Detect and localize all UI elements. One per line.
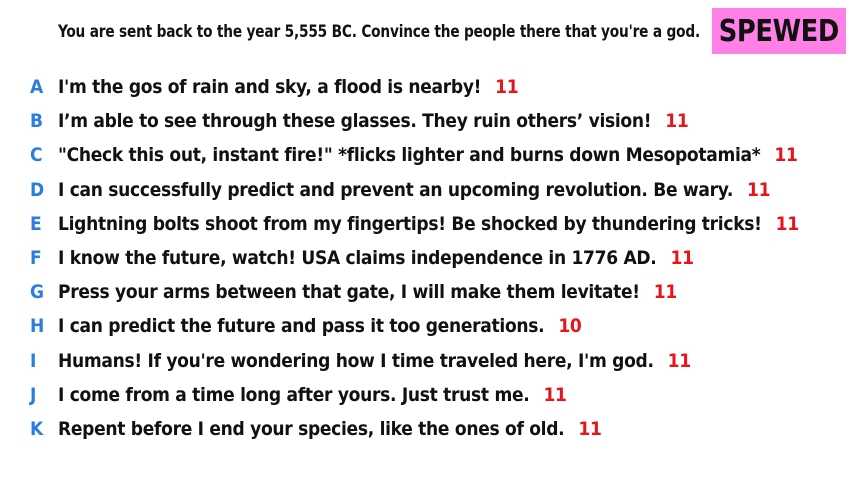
answer-text-body: I’m able to see through these glasses. T… <box>58 110 652 133</box>
answer-letter: A <box>30 76 44 99</box>
answer-score: 11 <box>774 144 798 167</box>
answer-text: Repent before I end your species, like t… <box>58 418 602 440</box>
answer-row: D I can successfully predict and prevent … <box>0 173 853 207</box>
answer-letter: B <box>30 110 44 133</box>
answer-letter: K <box>30 417 44 440</box>
answer-row: K Repent before I end your species, like … <box>0 412 853 446</box>
answer-letter: G <box>30 281 45 304</box>
answer-text-body: I can successfully predict and prevent a… <box>58 178 734 201</box>
answer-text: I'm the gos of rain and sky, a flood is … <box>58 76 519 99</box>
answer-letter: J <box>30 383 37 406</box>
answer-text: Humans! If you're wondering how I time t… <box>58 350 691 372</box>
answer-letter: E <box>30 212 42 235</box>
answer-row: A I'm the gos of rain and sky, a flood is… <box>0 70 853 104</box>
answer-score: 10 <box>558 315 582 338</box>
answer-text: I’m able to see through these glasses. T… <box>58 110 689 133</box>
answer-score: 11 <box>653 281 677 304</box>
answer-text-body: Humans! If you're wondering how I time t… <box>58 349 654 372</box>
answer-score: 11 <box>543 383 567 406</box>
answer-text-body: I know the future, watch! USA claims ind… <box>58 247 657 270</box>
answer-letter: H <box>30 315 45 338</box>
answer-row: H I can predict the future and pass it to… <box>0 309 853 343</box>
answer-letter: F <box>30 247 42 270</box>
answer-text-body: "Check this out, instant fire!" *flicks … <box>58 144 761 167</box>
answer-row: B I’m able to see through these glasses. … <box>0 104 853 138</box>
answer-text: Press your arms between that gate, I wil… <box>58 281 677 303</box>
answer-text-body: Press your arms between that gate, I wil… <box>58 281 640 304</box>
answer-row: I Humans! If you're wondering how I time … <box>0 344 853 378</box>
answer-row: G Press your arms between that gate, I wi… <box>0 275 853 309</box>
answer-text-body: I can predict the future and pass it too… <box>58 315 545 338</box>
answer-score: 11 <box>665 110 689 133</box>
answer-text-body: I come from a time long after yours. Jus… <box>58 383 530 406</box>
spewed-badge-label: SPEWED <box>718 13 840 49</box>
answer-text: "Check this out, instant fire!" *flicks … <box>58 144 798 166</box>
answer-score: 11 <box>747 178 771 201</box>
answer-list: A I'm the gos of rain and sky, a flood is… <box>0 70 853 446</box>
answer-text: I know the future, watch! USA claims ind… <box>58 247 694 269</box>
answer-score: 11 <box>578 417 602 440</box>
question-prompt: You are sent back to the year 5,555 BC. … <box>58 22 701 42</box>
answer-row: J I come from a time long after yours. Ju… <box>0 378 853 412</box>
answer-text: I can predict the future and pass it too… <box>58 315 582 337</box>
answer-score: 11 <box>670 247 694 270</box>
answer-row: C "Check this out, instant fire!" *flicks… <box>0 138 853 172</box>
answer-text: Lightning bolts shoot from my fingertips… <box>58 213 799 235</box>
answer-row: E Lightning bolts shoot from my fingertip… <box>0 207 853 241</box>
answer-score: 11 <box>667 349 691 372</box>
answer-text-body: Repent before I end your species, like t… <box>58 417 565 440</box>
answer-letter: C <box>30 144 43 167</box>
answer-score: 11 <box>775 212 799 235</box>
answer-text: I can successfully predict and prevent a… <box>58 178 771 201</box>
answer-letter: D <box>30 178 45 201</box>
spewed-badge: SPEWED <box>712 8 846 54</box>
answer-text-body: I'm the gos of rain and sky, a flood is … <box>58 76 482 99</box>
answer-letter: I <box>30 349 37 372</box>
answer-row: F I know the future, watch! USA claims in… <box>0 241 853 275</box>
answer-score: 11 <box>495 76 519 99</box>
answer-text: I come from a time long after yours. Jus… <box>58 384 567 406</box>
answer-text-body: Lightning bolts shoot from my fingertips… <box>58 212 762 235</box>
